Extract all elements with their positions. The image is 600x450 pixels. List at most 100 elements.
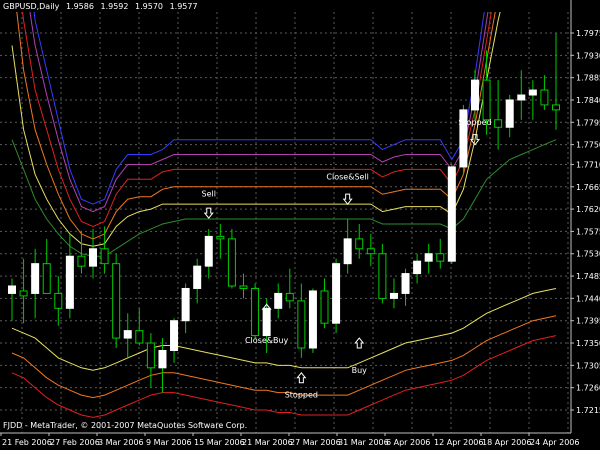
candle	[8, 278, 16, 321]
bear-candle-body	[216, 235, 225, 240]
price-tick-label: 1.7260	[576, 384, 600, 393]
bear-candle-body	[436, 253, 445, 262]
candle	[42, 238, 51, 294]
candle	[494, 80, 503, 150]
candle	[308, 288, 317, 353]
bear-candle-body	[227, 238, 236, 287]
buy-arrow-icon	[354, 337, 365, 349]
price-tick-label: 1.7350	[576, 339, 600, 348]
bull-candle-body	[470, 79, 479, 111]
candle	[459, 104, 468, 175]
bear-candle-body	[552, 104, 560, 111]
price-tick-label: 1.7485	[576, 272, 600, 281]
candle	[413, 253, 422, 284]
price-tick-label: 1.7620	[576, 205, 600, 214]
price-tick-label: 1.7305	[576, 361, 600, 370]
band-line	[22, 12, 492, 228]
candle	[447, 164, 456, 264]
price-tick-label: 1.7440	[576, 294, 600, 303]
bull-candle-body	[65, 255, 74, 309]
bull-candle-body	[308, 290, 317, 349]
bear-candle-body	[297, 300, 306, 349]
bear-candle-body	[482, 79, 491, 121]
price-tick-label: 1.7750	[576, 141, 600, 150]
candle	[193, 258, 202, 304]
candle	[505, 95, 514, 138]
bull-candle-body	[401, 273, 410, 294]
bull-candle-body	[123, 330, 132, 339]
bull-candle-body	[193, 265, 202, 289]
bull-candle-body	[8, 285, 16, 294]
price-tick-label: 1.7215	[576, 406, 600, 415]
signal-label: Sell	[202, 190, 216, 199]
time-tick-label: 3 Mar 2006	[98, 438, 144, 447]
bear-candle-body	[320, 290, 329, 324]
bull-candle-body	[170, 320, 179, 351]
candle	[100, 226, 109, 274]
bull-candle-body	[204, 235, 213, 267]
bear-candle-body	[378, 253, 387, 299]
time-tick-label: 27 Feb 2006	[50, 438, 100, 447]
chart-window: GBPUSD,Daily 1.9586 1.9592 1.9570 1.9577…	[0, 0, 600, 450]
time-tick-label: 21 Feb 2006	[2, 438, 52, 447]
copyright-text: FJDD - MetaTrader, © 2001-2007 MetaQuote…	[3, 421, 248, 430]
bull-candle-body	[389, 292, 398, 299]
candle	[135, 308, 144, 346]
candle	[204, 228, 213, 279]
price-tick-label: 1.7530	[576, 250, 600, 259]
candle	[332, 258, 341, 334]
bear-candle-body	[135, 330, 144, 344]
candle	[343, 219, 352, 274]
bear-candle-body	[19, 290, 28, 297]
bear-candle-body	[112, 263, 121, 339]
bull-candle-body	[31, 263, 40, 294]
candle	[436, 238, 445, 269]
candle	[146, 333, 155, 388]
buy-arrow-icon	[296, 371, 307, 384]
time-tick-label: 31 Mar 2006	[338, 438, 389, 447]
time-tick-label: 18 Apr 2006	[482, 438, 531, 447]
bear-candle-body	[285, 292, 294, 302]
bull-candle-body	[274, 292, 283, 309]
candle	[65, 233, 74, 319]
bear-candle-body	[42, 263, 51, 294]
candle	[401, 268, 410, 306]
signal-label: Stopped	[458, 118, 491, 127]
candle	[251, 283, 260, 339]
sell-arrow-icon	[342, 193, 353, 205]
candle	[297, 283, 306, 358]
signal-label: Buy	[352, 366, 368, 375]
candle	[239, 273, 248, 299]
price-tick-label: 1.7795	[576, 118, 600, 127]
bear-candle-body	[54, 292, 63, 309]
time-tick-label: 6 Apr 2006	[386, 438, 430, 447]
candle	[19, 258, 28, 324]
signal-label: Close&Sell	[326, 172, 368, 181]
signal-label: Stopped	[285, 391, 318, 400]
candle	[89, 228, 98, 279]
bull-candle-body	[528, 89, 537, 96]
price-tick-label: 1.7885	[576, 74, 600, 83]
bear-candle-body	[77, 255, 86, 267]
candle	[320, 278, 329, 329]
time-tick-label: 21 Mar 2006	[242, 438, 293, 447]
price-tick-label: 1.7575	[576, 227, 600, 236]
candle	[378, 243, 387, 304]
bear-candle-body	[100, 248, 109, 265]
band-line	[11, 315, 557, 399]
candle	[285, 268, 294, 309]
price-tick-label: 1.7710	[576, 160, 600, 169]
bull-candle-body	[505, 99, 514, 128]
band-line	[11, 288, 557, 371]
candle	[216, 223, 225, 259]
price-tick-label: 1.7665	[576, 183, 600, 192]
price-chart[interactable]: Sell Close&Sell Stopped Close&Buy Buy Stopped…	[0, 0, 600, 450]
candle	[540, 75, 549, 110]
candle	[389, 278, 398, 309]
price-tick-label: 1.7930	[576, 51, 600, 60]
candle	[517, 70, 526, 120]
time-tick-label: 12 Apr 2006	[434, 438, 483, 447]
bull-candle-body	[424, 253, 433, 262]
bear-candle-body	[239, 285, 248, 289]
signal-label: Close&Buy	[245, 336, 289, 345]
